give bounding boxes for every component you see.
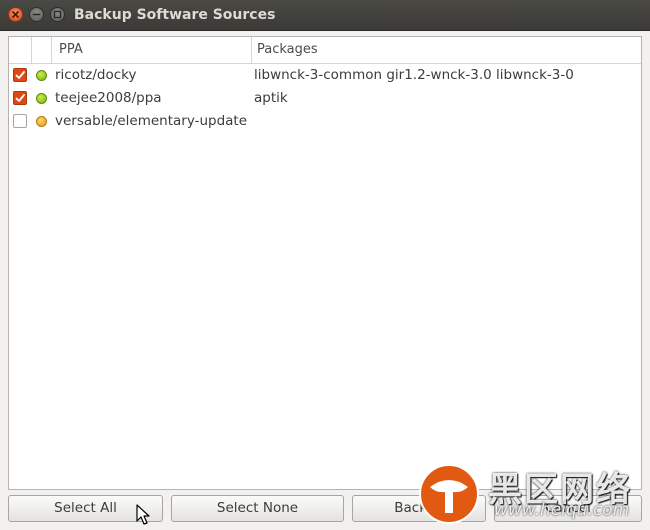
mouse-pointer-icon: [136, 504, 150, 525]
title-bar[interactable]: Backup Software Sources: [0, 0, 650, 31]
status-dot-icon: [36, 70, 47, 81]
checkmark-icon: [15, 94, 25, 102]
close-icon: [12, 11, 19, 18]
ppa-packages: libwnck-3-common gir1.2-wnck-3.0 libwnck…: [254, 67, 574, 83]
row-checkbox[interactable]: [13, 68, 27, 82]
column-separator: [31, 37, 32, 63]
table-row[interactable]: versable/elementary-update: [9, 110, 641, 133]
status-dot-icon: [36, 93, 47, 104]
table-row[interactable]: teejee2008/ppa aptik: [9, 87, 641, 110]
checkmark-icon: [15, 71, 25, 79]
list-header: PPA Packages: [9, 37, 641, 64]
ppa-list[interactable]: PPA Packages ricotz/docky libwnck-3-comm…: [8, 36, 642, 490]
window-title: Backup Software Sources: [74, 7, 276, 23]
ppa-packages: aptik: [254, 90, 288, 106]
maximize-window-button[interactable]: [50, 7, 65, 22]
column-separator[interactable]: [251, 37, 252, 63]
minimize-icon: [32, 13, 41, 16]
ppa-name: teejee2008/ppa: [55, 90, 162, 106]
select-none-button[interactable]: Select None: [171, 495, 344, 522]
column-header-packages[interactable]: Packages: [257, 37, 318, 63]
column-separator: [51, 37, 52, 63]
watermark-url: www.heiqu.com: [494, 500, 630, 520]
ppa-name: versable/elementary-update: [55, 113, 248, 129]
minimize-window-button[interactable]: [29, 7, 44, 22]
close-window-button[interactable]: [8, 7, 23, 22]
ppa-name: ricotz/docky: [55, 67, 137, 83]
row-checkbox[interactable]: [13, 91, 27, 105]
maximize-icon: [53, 10, 62, 19]
row-checkbox[interactable]: [13, 114, 27, 128]
status-dot-icon: [36, 116, 47, 127]
column-header-ppa[interactable]: PPA: [59, 37, 83, 63]
table-row[interactable]: ricotz/docky libwnck-3-common gir1.2-wnc…: [9, 64, 641, 87]
watermark-logo-icon: [419, 464, 479, 524]
